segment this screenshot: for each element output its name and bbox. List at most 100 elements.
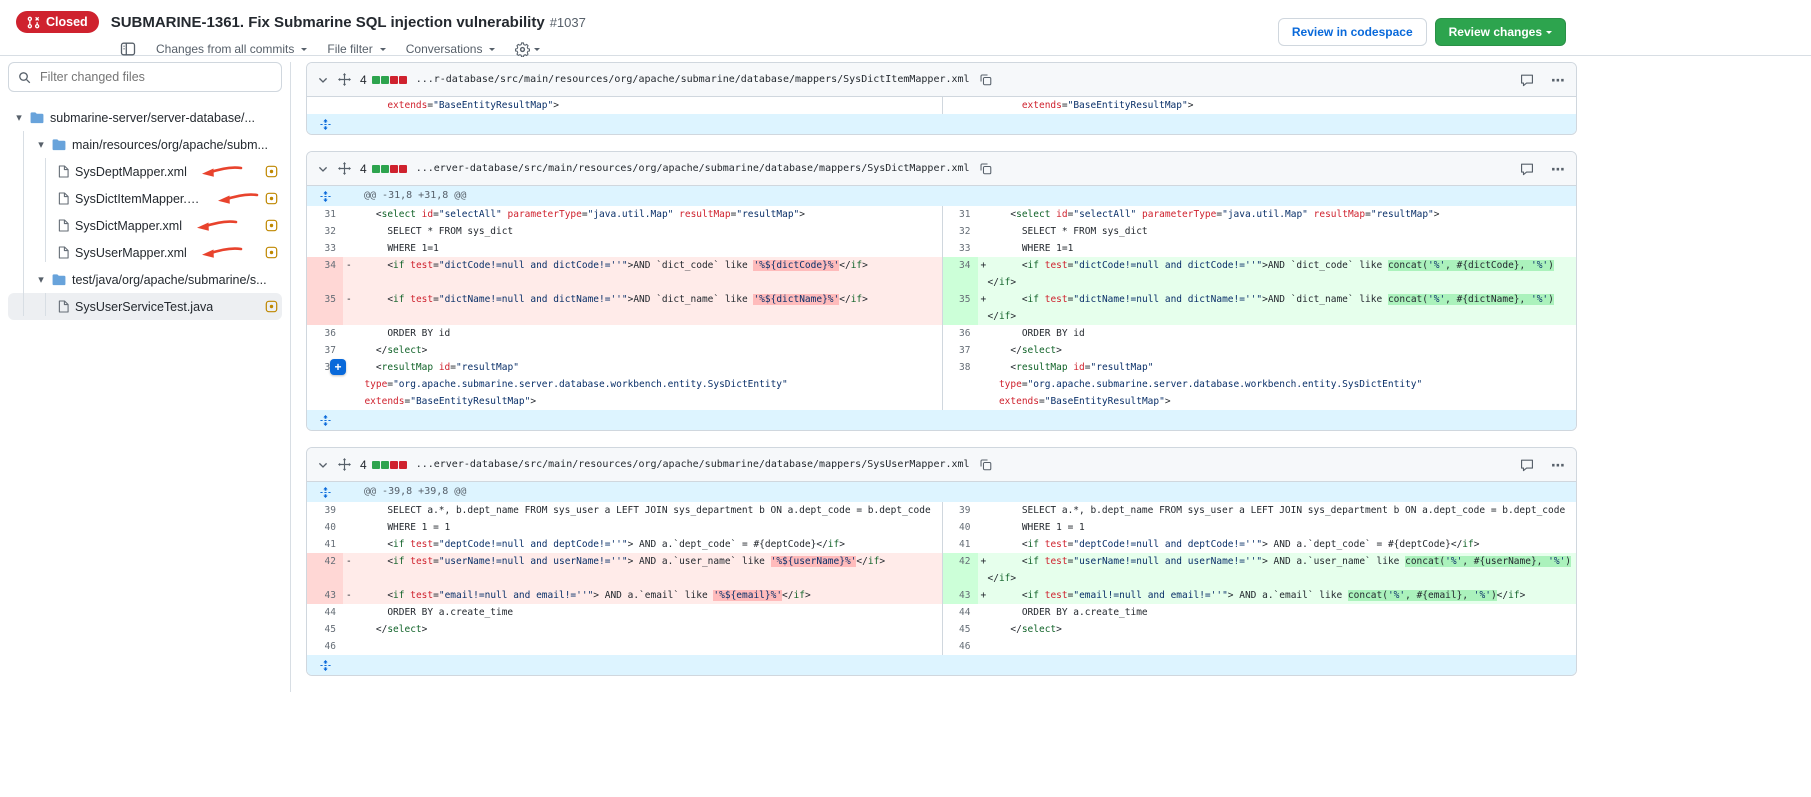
line-number-new[interactable]: 31 [942, 206, 978, 223]
code-line: ORDER BY id [978, 325, 1573, 342]
line-number-old[interactable]: 32 [307, 223, 343, 240]
kebab-menu-icon[interactable]: ⋯ [1551, 75, 1566, 85]
expand-hunk-unfold-icon[interactable] [307, 482, 343, 502]
line-number-new[interactable]: 38 [942, 359, 978, 410]
tree-folder-item[interactable]: ▾main/resources/org/apache/subm... [8, 131, 282, 158]
line-number-old[interactable] [307, 97, 343, 114]
copy-path-icon[interactable] [979, 162, 992, 175]
copy-path-icon[interactable] [979, 73, 992, 86]
line-number-new[interactable]: 44 [942, 604, 978, 621]
line-number-new[interactable]: 45 [942, 621, 978, 638]
code-line: <resultMap id="resultMap" [343, 359, 938, 376]
line-number-old[interactable]: 42 [307, 553, 343, 587]
caret-down-icon [301, 48, 307, 54]
line-number-old[interactable]: 34 [307, 257, 343, 291]
comment-icon[interactable] [1520, 458, 1534, 472]
file-filter-dropdown[interactable]: File filter [327, 42, 385, 56]
collapse-file-chevron-icon[interactable] [317, 163, 329, 175]
line-number-new[interactable]: 37 [942, 342, 978, 359]
diffstat-square-add [381, 165, 389, 173]
line-number-old[interactable]: 33 [307, 240, 343, 257]
unfold-icon[interactable] [307, 114, 343, 134]
comment-icon[interactable] [1520, 73, 1534, 87]
line-number-new[interactable]: 41 [942, 536, 978, 553]
diff-row: 41 <if test="deptCode!=null and deptCode… [307, 536, 1576, 553]
filter-changed-files-input[interactable] [38, 69, 272, 85]
line-number-old[interactable]: 36 [307, 325, 343, 342]
file-tree-toggle[interactable] [120, 41, 136, 57]
diff-sign: - [343, 291, 353, 308]
diff-row: 34- <if test="dictCode!=null and dictCod… [307, 257, 1576, 291]
changes-from-label: Changes from [156, 42, 231, 56]
collapse-file-chevron-icon[interactable] [317, 74, 329, 86]
unfold-icon[interactable] [307, 410, 343, 430]
diff-sign: + [978, 553, 988, 570]
line-number-new[interactable]: 32 [942, 223, 978, 240]
folder-icon [30, 112, 44, 124]
line-number-new[interactable]: 35 [942, 291, 978, 325]
collapse-file-chevron-icon[interactable] [317, 459, 329, 471]
changes-from-dropdown[interactable]: Changes from all commits [156, 42, 307, 56]
code-cell: </select> [343, 342, 942, 359]
line-number-new[interactable]: 33 [942, 240, 978, 257]
diff-row: 31 <select id="selectAll" parameterType=… [307, 206, 1576, 223]
diff-settings-dropdown[interactable] [515, 42, 540, 57]
line-number-old[interactable]: 39 [307, 502, 343, 519]
line-number-new[interactable]: 40 [942, 519, 978, 536]
line-number-old[interactable]: 46 [307, 638, 343, 655]
kebab-menu-icon[interactable]: ⋯ [1551, 164, 1566, 174]
tree-file-item[interactable]: SysUserMapper.xml [8, 239, 282, 266]
line-number-old[interactable]: 44 [307, 604, 343, 621]
drag-handle-icon[interactable] [338, 162, 351, 175]
code-line: </if> [978, 570, 1573, 587]
tree-folder-item[interactable]: ▾submarine-server/server-database/... [8, 104, 282, 131]
code-cell: </select> [978, 621, 1577, 638]
kebab-menu-icon[interactable]: ⋯ [1551, 460, 1566, 470]
line-number-old[interactable]: 41 [307, 536, 343, 553]
tree-folder-item[interactable]: ▾test/java/org/apache/submarine/s... [8, 266, 282, 293]
code-cell: WHERE 1=1 [343, 240, 942, 257]
copy-path-icon[interactable] [979, 458, 992, 471]
tree-file-item[interactable]: SysDictMapper.xml [8, 212, 282, 239]
review-in-codespace-button[interactable]: Review in codespace [1278, 18, 1427, 46]
line-number-old[interactable]: 40 [307, 519, 343, 536]
line-number-new[interactable]: 34 [942, 257, 978, 291]
files-changed-content: ▾submarine-server/server-database/...▾ma… [0, 56, 1811, 692]
chevron-down-icon[interactable]: ▾ [14, 111, 24, 124]
code-cell: + <if test="userName!=null and userName!… [978, 553, 1577, 587]
code-line: extends="BaseEntityResultMap"> [343, 97, 938, 114]
line-number-old[interactable]: 35 [307, 291, 343, 325]
file-modified-icon [265, 192, 278, 205]
line-number-old[interactable]: 31 [307, 206, 343, 223]
line-number-old[interactable]: 45 [307, 621, 343, 638]
line-number-new[interactable]: 43 [942, 587, 978, 604]
diff-row: 33 WHERE 1=133 WHERE 1=1 [307, 240, 1576, 257]
line-number-new[interactable]: 46 [942, 638, 978, 655]
comment-icon[interactable] [1520, 162, 1534, 176]
tree-file-item[interactable]: SysUserServiceTest.java [8, 293, 282, 320]
line-number-new[interactable]: 42 [942, 553, 978, 587]
tree-file-item[interactable]: SysDictItemMapper.xml [8, 185, 282, 212]
code-line: <if test="deptCode!=null and deptCode!='… [978, 536, 1573, 553]
drag-handle-icon[interactable] [338, 73, 351, 86]
add-comment-plus-button[interactable]: + [330, 359, 346, 375]
conversations-dropdown[interactable]: Conversations [406, 42, 496, 56]
line-number-new[interactable] [942, 97, 978, 114]
expand-hunk-unfold-icon[interactable] [307, 186, 343, 206]
code-line: <if test="deptCode!=null and deptCode!='… [343, 536, 938, 553]
line-number-old[interactable]: 43 [307, 587, 343, 604]
line-number-old[interactable]: 37 [307, 342, 343, 359]
review-changes-button[interactable]: Review changes [1435, 18, 1566, 46]
chevron-down-icon[interactable]: ▾ [36, 273, 46, 286]
file-tree: ▾submarine-server/server-database/...▾ma… [8, 104, 282, 320]
drag-handle-icon[interactable] [338, 458, 351, 471]
diff-file-header: 4...r-database/src/main/resources/org/ap… [307, 63, 1576, 97]
code-cell: - <if test="dictName!=null and dictName!… [343, 291, 942, 325]
file-name: SysDeptMapper.xml [75, 165, 187, 179]
unfold-icon[interactable] [307, 655, 343, 675]
line-number-new[interactable]: 36 [942, 325, 978, 342]
line-number-new[interactable]: 39 [942, 502, 978, 519]
tree-file-item[interactable]: SysDeptMapper.xml [8, 158, 282, 185]
hunk-header-row: @@ -39,8 +39,8 @@ [307, 482, 1576, 502]
chevron-down-icon[interactable]: ▾ [36, 138, 46, 151]
